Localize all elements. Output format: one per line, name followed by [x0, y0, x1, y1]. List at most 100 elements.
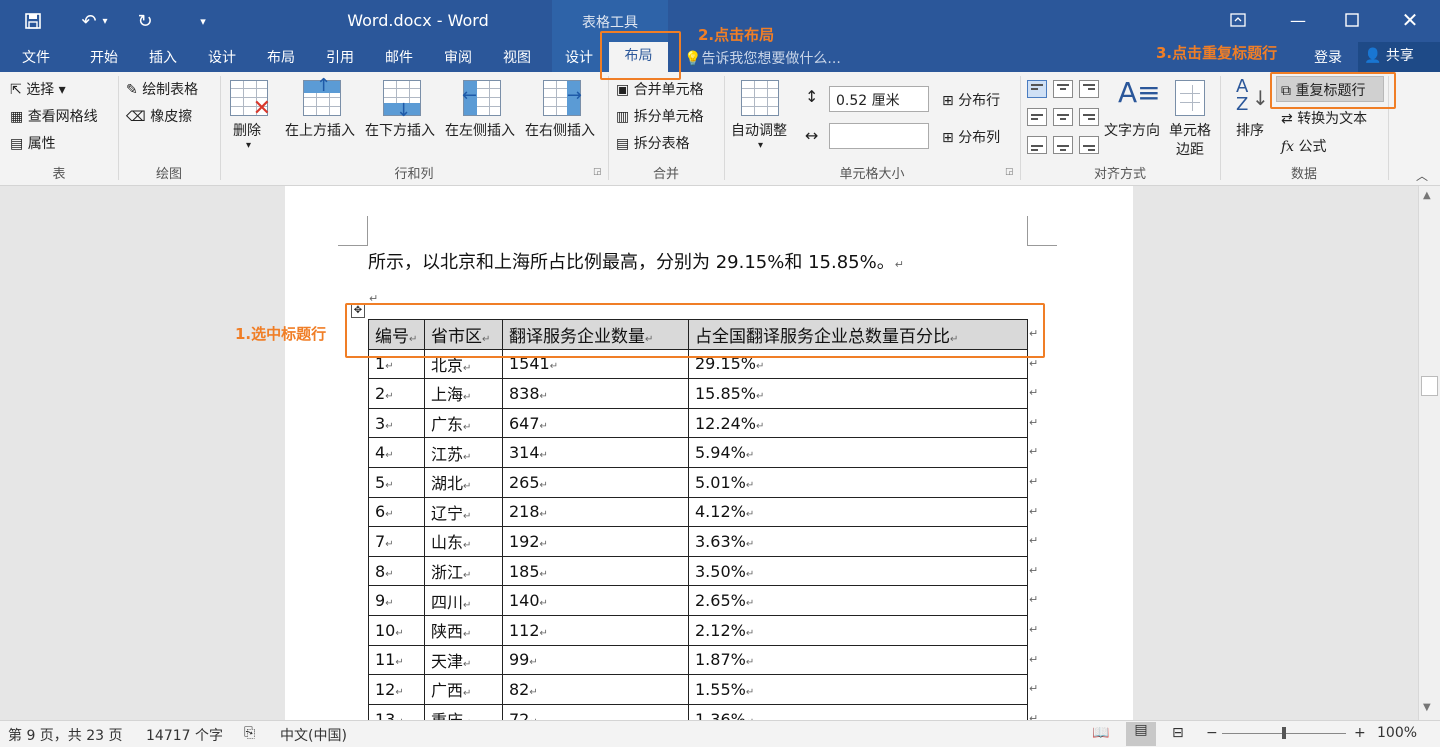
table-cell[interactable]: 2↵: [368, 378, 425, 409]
table-cell[interactable]: 广西↵: [424, 674, 503, 705]
vertical-scrollbar[interactable]: ▲ ▼: [1418, 186, 1440, 720]
zoom-thumb[interactable]: [1282, 727, 1286, 739]
insert-above-button[interactable]: 在上方插入: [285, 120, 355, 140]
table-cell[interactable]: 5↵: [368, 466, 425, 498]
table-cell[interactable]: 647↵: [502, 407, 689, 439]
share-button[interactable]: 👤 共享: [1358, 42, 1440, 72]
tab-home[interactable]: 开始: [90, 47, 118, 67]
align-bottom-right-icon[interactable]: [1079, 136, 1099, 154]
table-cell[interactable]: 江苏↵: [424, 437, 503, 468]
table-cell[interactable]: 218↵: [502, 496, 689, 528]
scroll-down-icon[interactable]: ▼: [1423, 702, 1431, 713]
table-row[interactable]: 11↵ 天津↵ 99↵ 1.87%↵: [368, 644, 1028, 676]
proofing-icon[interactable]: ⎘: [244, 725, 255, 741]
formula-button[interactable]: fx 公式: [1281, 136, 1327, 156]
table-row[interactable]: 4↵ 江苏↵ 314↵ 5.94%↵: [368, 437, 1028, 468]
cell-size-launcher-icon[interactable]: ◲: [1005, 167, 1014, 177]
document-page[interactable]: 所示，以北京和上海所占比例最高，分别为 29.15%和 15.85%。↵ ↵ ✥…: [285, 186, 1133, 720]
table-cell[interactable]: 112↵: [502, 614, 689, 646]
ribbon-display-icon[interactable]: [1220, 6, 1256, 34]
table-cell[interactable]: 山东↵: [424, 526, 503, 557]
draw-table-button[interactable]: ✎ 绘制表格: [126, 79, 198, 99]
table-cell[interactable]: 1.87%↵: [688, 644, 1028, 676]
table-row[interactable]: 2↵ 上海↵ 838↵ 15.85%↵: [368, 378, 1028, 409]
text-direction-button[interactable]: 文字方向: [1104, 120, 1160, 140]
insert-right-button[interactable]: 在右侧插入: [525, 120, 595, 140]
zoom-slider[interactable]: [1222, 727, 1346, 739]
convert-to-text-button[interactable]: ⇄ 转换为文本: [1281, 108, 1367, 128]
tab-references[interactable]: 引用: [326, 47, 354, 67]
distribute-cols-button[interactable]: ⊞ 分布列: [942, 127, 1000, 147]
table-cell[interactable]: 15.85%↵: [688, 378, 1028, 409]
align-middle-right-icon[interactable]: [1079, 108, 1099, 126]
sort-button[interactable]: 排序: [1236, 120, 1264, 140]
zoom-out-icon[interactable]: −: [1206, 725, 1218, 741]
table-cell[interactable]: 重庆↵: [424, 703, 503, 720]
align-bottom-center-icon[interactable]: [1053, 136, 1073, 154]
table-cell[interactable]: 6↵: [368, 496, 425, 528]
align-top-right-icon[interactable]: [1079, 80, 1099, 98]
properties-button[interactable]: ▤ 属性: [10, 133, 56, 153]
tab-review[interactable]: 审阅: [444, 47, 472, 67]
table-cell[interactable]: 265↵: [502, 466, 689, 498]
table-cell[interactable]: 浙江↵: [424, 555, 503, 587]
web-layout-icon[interactable]: ⊟: [1172, 725, 1184, 741]
table-cell[interactable]: 12.24%↵: [688, 407, 1028, 439]
column-width-input[interactable]: [829, 123, 929, 149]
delete-dropdown-icon[interactable]: ▾: [246, 140, 251, 151]
cell-margins-button[interactable]: 单元格: [1169, 120, 1211, 140]
tab-layout-page[interactable]: 布局: [267, 47, 295, 67]
table-cell[interactable]: 3.63%↵: [688, 526, 1028, 557]
table-cell[interactable]: 2.65%↵: [688, 585, 1028, 616]
redo-icon[interactable]: ↻: [132, 8, 158, 34]
table-cell[interactable]: 838↵: [502, 378, 689, 409]
table-cell[interactable]: 湖北↵: [424, 466, 503, 498]
table-row[interactable]: 10↵ 陕西↵ 112↵ 2.12%↵: [368, 614, 1028, 646]
table-cell[interactable]: 1.36%↵: [688, 703, 1028, 720]
insert-below-button[interactable]: 在下方插入: [365, 120, 435, 140]
table-cell[interactable]: 11↵: [368, 644, 425, 676]
table-cell[interactable]: 82↵: [502, 674, 689, 705]
table-cell[interactable]: 12↵: [368, 674, 425, 705]
eraser-button[interactable]: ⌫ 橡皮擦: [126, 106, 192, 126]
table-row[interactable]: 5↵ 湖北↵ 265↵ 5.01%↵: [368, 466, 1028, 498]
read-mode-icon[interactable]: 📖: [1092, 725, 1109, 741]
table-cell[interactable]: 2.12%↵: [688, 614, 1028, 646]
table-cell[interactable]: 10↵: [368, 614, 425, 646]
table-cell[interactable]: 185↵: [502, 555, 689, 587]
table-cell[interactable]: 1.55%↵: [688, 674, 1028, 705]
table-cell[interactable]: 7↵: [368, 526, 425, 557]
minimize-icon[interactable]: —: [1280, 6, 1316, 34]
zoom-level[interactable]: 100%: [1377, 725, 1417, 741]
tab-table-design[interactable]: 设计: [565, 47, 593, 67]
table-cell[interactable]: 5.94%↵: [688, 437, 1028, 468]
tab-insert[interactable]: 插入: [149, 47, 177, 67]
table-cell[interactable]: 辽宁↵: [424, 496, 503, 528]
table-cell[interactable]: 192↵: [502, 526, 689, 557]
print-layout-icon[interactable]: ▤: [1126, 722, 1156, 746]
table-row[interactable]: 8↵ 浙江↵ 185↵ 3.50%↵: [368, 555, 1028, 587]
tab-file[interactable]: 文件: [22, 47, 50, 67]
align-middle-left-icon[interactable]: [1027, 108, 1047, 126]
data-table[interactable]: 编号↵ 省市区↵ 翻译服务企业数量↵ 占全国翻译服务企业总数量百分比↵ 1↵ 北京↵ 154…: [368, 319, 1028, 720]
align-middle-center-icon[interactable]: [1053, 108, 1073, 126]
collapse-ribbon-icon[interactable]: ︿: [1416, 167, 1428, 184]
maximize-icon[interactable]: [1334, 6, 1370, 34]
save-icon[interactable]: [20, 8, 46, 34]
tab-mailings[interactable]: 邮件: [385, 47, 413, 67]
table-row[interactable]: 6↵ 辽宁↵ 218↵ 4.12%↵: [368, 496, 1028, 528]
delete-button[interactable]: 删除: [233, 120, 261, 140]
table-cell[interactable]: 陕西↵: [424, 614, 503, 646]
table-cell[interactable]: 5.01%↵: [688, 466, 1028, 498]
tab-design[interactable]: 设计: [208, 47, 236, 67]
dialog-launcher-icon[interactable]: ◲: [593, 167, 602, 177]
align-bottom-left-icon[interactable]: [1027, 136, 1047, 154]
table-cell[interactable]: 13↵: [368, 703, 425, 720]
customize-qat-icon[interactable]: ▾: [190, 8, 216, 34]
tell-me-search[interactable]: 💡告诉我您想要做什么...: [684, 48, 841, 68]
sign-in-link[interactable]: 登录: [1314, 47, 1342, 67]
table-cell[interactable]: 314↵: [502, 437, 689, 468]
table-cell[interactable]: 72↵: [502, 703, 689, 720]
view-gridlines-button[interactable]: ▦ 查看网格线: [10, 106, 98, 126]
word-count[interactable]: 14717 个字: [146, 725, 223, 745]
